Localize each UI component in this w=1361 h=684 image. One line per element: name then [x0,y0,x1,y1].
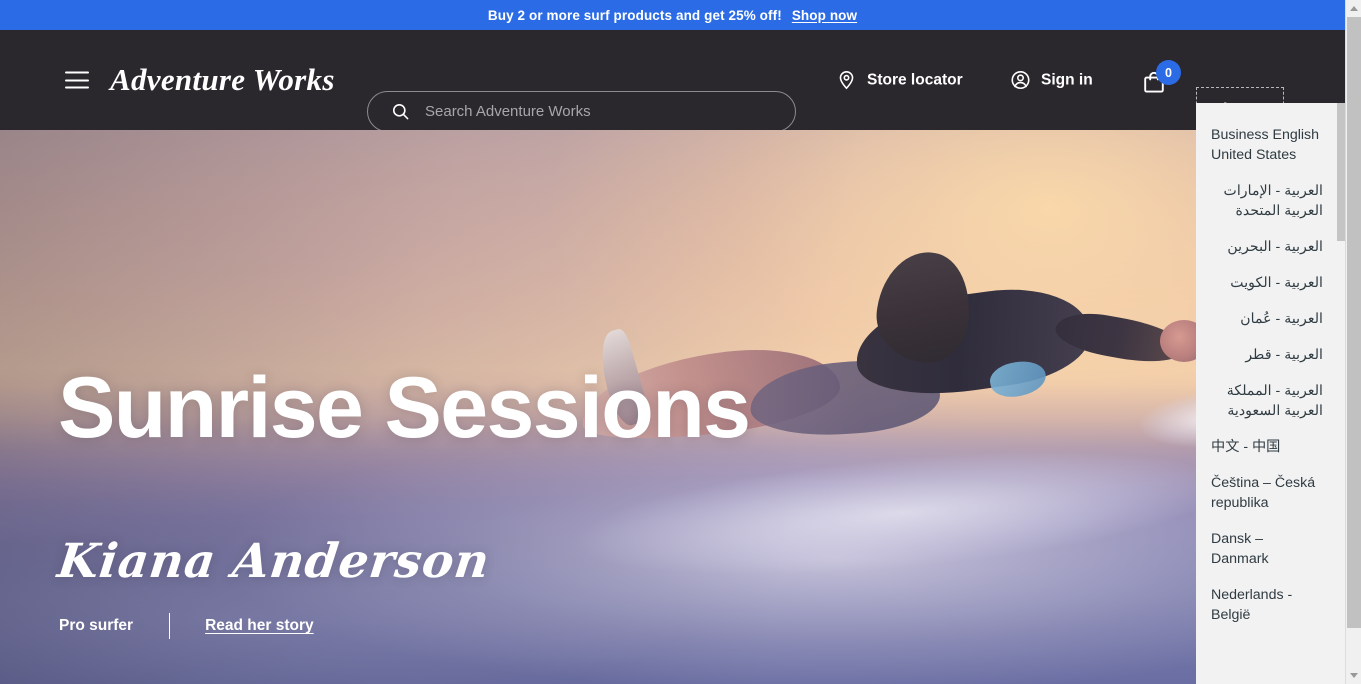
promo-banner: Buy 2 or more surf products and get 25% … [0,0,1345,30]
site-option[interactable]: العربية - عُمان [1196,301,1337,337]
site-header: Adventure Works Store locator [0,30,1345,133]
site-selector-dropdown: Business English United States العربية - … [1196,103,1345,684]
hero-title: Sunrise Sessions [58,360,751,456]
search-box[interactable] [367,91,796,132]
person-circle-icon [1011,70,1030,90]
cart-count-badge: 0 [1156,60,1181,85]
site-option[interactable]: Dansk – Danmark [1196,521,1337,577]
site-option[interactable]: العربية - المملكة العربية السعودية [1196,373,1337,429]
browser-scrollbar[interactable] [1345,0,1361,684]
site-option[interactable]: العربية - قطر [1196,337,1337,373]
hero-meta: Pro surfer Read her story [59,613,314,639]
store-locator-label: Store locator [867,71,963,89]
browser-scroll-thumb[interactable] [1347,17,1361,628]
hamburger-menu-icon[interactable] [65,71,89,89]
map-pin-icon [839,70,854,90]
search-icon [392,103,409,120]
site-option[interactable]: العربية - البحرين [1196,229,1337,265]
page-root: Buy 2 or more surf products and get 25% … [0,0,1361,684]
shop-now-link[interactable]: Shop now [792,8,857,23]
site-option[interactable]: Nederlands - België [1196,577,1337,633]
hero-section: Sunrise Sessions Kiana Anderson Pro surf… [0,130,1345,684]
scroll-up-arrow-icon[interactable] [1346,0,1361,17]
hero-signature: Kiana Anderson [54,534,493,589]
site-option[interactable]: 中文 - 中国 [1196,429,1337,465]
search-input[interactable] [425,103,779,120]
site-option[interactable]: العربية - الكويت [1196,265,1337,301]
site-option[interactable]: Business English United States [1196,117,1337,173]
browser-viewport: Buy 2 or more surf products and get 25% … [0,0,1345,684]
hero-meta-divider [169,613,171,639]
promo-banner-text: Buy 2 or more surf products and get 25% … [487,7,782,23]
sign-in-button[interactable]: Sign in [1010,70,1093,91]
read-her-story-link[interactable]: Read her story [205,617,314,635]
site-option[interactable]: Čeština – Česká republika [1196,465,1337,521]
store-locator-button[interactable]: Store locator [836,70,963,91]
scroll-down-arrow-icon[interactable] [1346,667,1361,684]
sign-in-label: Sign in [1041,71,1093,89]
cart-button[interactable]: 0 [1142,60,1198,100]
site-option[interactable]: العربية - الإمارات العربية المتحدة [1196,173,1337,229]
site-dropdown-scroll-thumb[interactable] [1337,103,1345,241]
brand-logo[interactable]: Adventure Works [110,62,335,98]
hero-role-label: Pro surfer [59,617,134,634]
site-option-list: Business English United States العربية - … [1196,103,1337,633]
site-dropdown-scrollbar[interactable] [1337,103,1345,684]
